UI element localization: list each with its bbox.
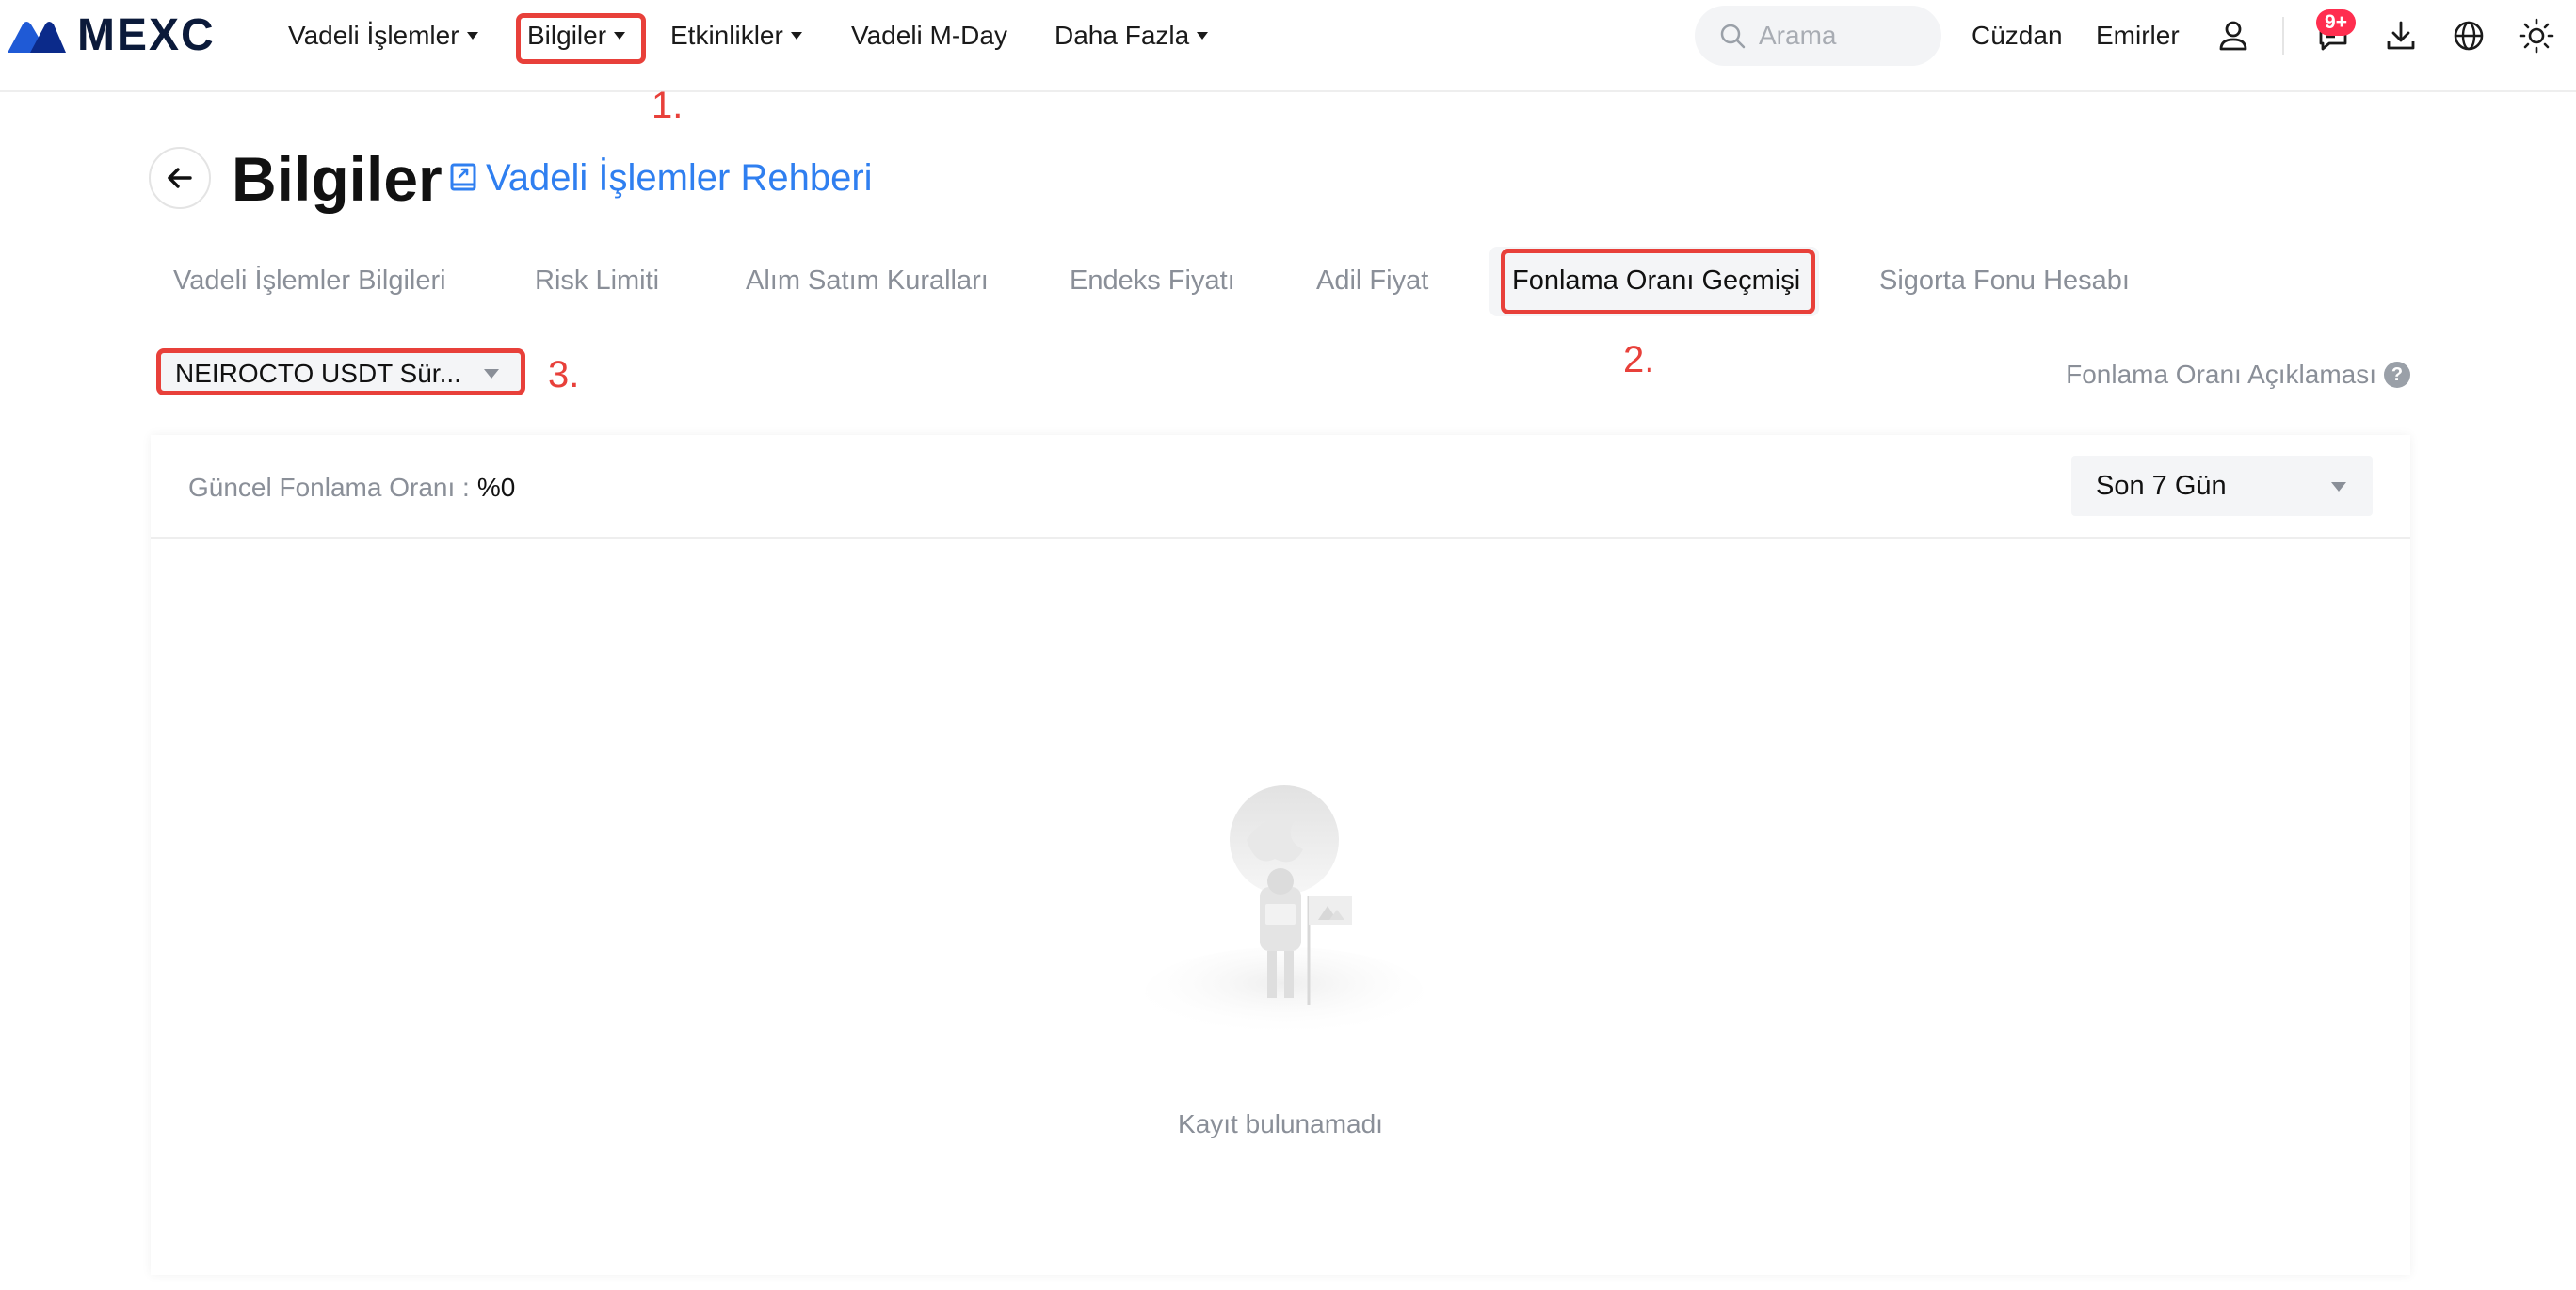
nav-item-more[interactable]: Daha Fazla [1055, 17, 1209, 55]
notification-badge: 9+ [2316, 9, 2356, 36]
globe-icon [2454, 21, 2484, 51]
caret-down-icon [2331, 482, 2346, 492]
orders-link[interactable]: Emirler [2096, 17, 2180, 55]
empty-state-text: Kayıt bulunamadı [1178, 1109, 1383, 1138]
user-icon [2219, 21, 2247, 51]
top-navbar: MEXC Vadeli İşlemler Bilgiler 1. Etkinli… [0, 0, 2576, 126]
time-range-value: Son 7 Gün [2096, 470, 2227, 501]
tab-futures-info[interactable]: Vadeli İşlemler Bilgileri [173, 262, 446, 299]
arrow-left-icon [168, 168, 192, 188]
contract-select[interactable]: NEIROCTO USDT Sür... [158, 352, 522, 395]
tab-risk-limit[interactable]: Risk Limiti [535, 262, 659, 299]
theme-toggle-button[interactable] [2516, 15, 2557, 56]
panel-header: Güncel Fonlama Oranı : %0 Son 7 Gün [151, 435, 2410, 539]
current-funding-rate-value: %0 [476, 473, 516, 502]
nav-item-info[interactable]: Bilgiler [527, 17, 626, 55]
guide-book-icon [450, 163, 476, 191]
time-range-select[interactable]: Son 7 Gün [2071, 456, 2373, 516]
mexc-logo[interactable]: MEXC [6, 10, 216, 60]
tab-fair-price[interactable]: Adil Fiyat [1316, 262, 1428, 299]
annotation-step-1: 1. [652, 85, 684, 126]
current-funding-rate: Güncel Fonlama Oranı : %0 [188, 473, 516, 502]
contract-select-value: NEIROCTO USDT Sür... [175, 359, 461, 388]
annotation-step-2: 2. [1623, 339, 1655, 380]
tab-index-price[interactable]: Endeks Fiyatı [1070, 262, 1235, 299]
search-icon [1720, 24, 1746, 49]
language-button[interactable] [2448, 15, 2489, 56]
download-button[interactable] [2380, 15, 2422, 56]
sun-icon [2519, 18, 2554, 54]
search-box[interactable] [1695, 6, 1941, 66]
wallet-link[interactable]: Cüzdan [1972, 17, 2063, 55]
page-title: Bilgiler [232, 144, 443, 214]
search-input[interactable] [1759, 21, 1928, 51]
nav-item-events[interactable]: Etkinlikler [670, 17, 802, 55]
annotation-step-3: 3. [548, 354, 580, 395]
tab-trading-rules[interactable]: Alım Satım Kuralları [746, 262, 989, 299]
user-button[interactable] [2213, 15, 2254, 56]
tab-funding-rate-history[interactable]: Fonlama Oranı Geçmişi [1512, 262, 1800, 299]
empty-state-illustration [1145, 785, 1424, 1038]
futures-guide-link[interactable]: Vadeli İşlemler Rehberi [448, 154, 873, 202]
help-icon: ? [2384, 362, 2410, 388]
caret-down-icon [614, 32, 626, 40]
caret-down-icon [466, 32, 478, 40]
nav-item-mday[interactable]: Vadeli M-Day [851, 17, 1007, 55]
caret-down-icon [484, 369, 499, 379]
back-button[interactable] [149, 147, 211, 209]
nav-item-futures[interactable]: Vadeli İşlemler [288, 17, 478, 55]
caret-down-icon [1197, 32, 1209, 40]
funding-rate-explanation-link[interactable]: Fonlama Oranı Açıklaması ? [2066, 356, 2410, 394]
brand-name: MEXC [77, 10, 216, 60]
download-icon [2387, 21, 2415, 50]
nav-divider [2282, 17, 2284, 55]
funding-rate-panel: Güncel Fonlama Oranı : %0 Son 7 Gün Kayı… [151, 435, 2410, 1275]
tab-insurance-fund[interactable]: Sigorta Fonu Hesabı [1879, 262, 2130, 299]
caret-down-icon [790, 32, 802, 40]
mexc-logo-icon [8, 22, 66, 53]
